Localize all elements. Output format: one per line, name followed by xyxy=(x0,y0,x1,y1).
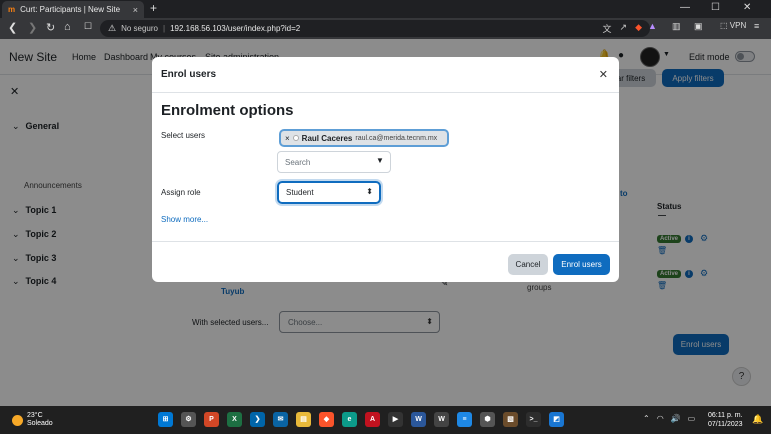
acrobat-icon[interactable]: A xyxy=(365,412,380,427)
modal-footer: Cancel Enrol users xyxy=(152,241,619,282)
rewards-icon[interactable]: ▲ xyxy=(648,21,657,31)
excel-icon[interactable]: X xyxy=(227,412,242,427)
share-icon[interactable]: ↗ xyxy=(620,22,628,35)
powerpoint-icon[interactable]: P xyxy=(204,412,219,427)
warning-icon: ⚠ xyxy=(108,23,117,33)
virtualbox-icon[interactable]: ⬢ xyxy=(480,412,495,427)
wordpad-icon[interactable]: W xyxy=(434,412,449,427)
security-label: No seguro xyxy=(121,24,158,33)
vscode-icon[interactable]: ❯ xyxy=(250,412,265,427)
bookmark-icon[interactable]: ☐ xyxy=(84,21,92,32)
enrolment-options-heading: Enrolment options xyxy=(161,102,294,119)
address-bar[interactable]: ⚠ No seguro | 192.168.56.103/user/index.… xyxy=(100,20,650,37)
weather-condition: Soleado xyxy=(27,420,53,427)
taskbar-clock[interactable]: 06:11 p. m. 07/11/2023 xyxy=(708,411,743,429)
back-icon[interactable]: ❮ xyxy=(8,21,17,34)
volume-icon[interactable]: 🔊 xyxy=(671,414,681,423)
url-text: 192.168.56.103/user/index.php?id=2 xyxy=(170,24,301,33)
remove-user-icon[interactable]: × xyxy=(285,134,290,143)
translate-icon[interactable]: 文 xyxy=(603,22,612,35)
wifi-icon[interactable]: ◠ xyxy=(657,414,664,423)
user-search-input[interactable]: Search xyxy=(277,151,391,173)
selected-user-name: Raul Caceres xyxy=(301,133,353,143)
notepad-icon[interactable]: ≡ xyxy=(457,412,472,427)
assign-role-select[interactable]: Student xyxy=(277,181,381,204)
enrol-users-modal: Enrol users ✕ Enrolment options Select u… xyxy=(152,57,619,282)
windows-taskbar: 23°C Soleado ⊞ ⚙ P X ❯ ✉ ▤ ◆ e A ▶ W W ≡… xyxy=(0,406,771,434)
mail-icon[interactable]: ✉ xyxy=(273,412,288,427)
close-icon[interactable]: ✕ xyxy=(599,68,608,81)
notifications-icon[interactable]: 🔔 xyxy=(752,414,763,425)
temperature: 23°C xyxy=(27,412,43,419)
word-icon[interactable]: W xyxy=(411,412,426,427)
reload-icon[interactable]: ↻ xyxy=(46,21,55,34)
edge-icon[interactable]: e xyxy=(342,412,357,427)
photos-icon[interactable]: ◩ xyxy=(549,412,564,427)
tab-title: Curt: Participants | New Site xyxy=(20,5,121,14)
system-tray: ⌃ ◠ 🔊 ▭ xyxy=(643,414,695,423)
app-icon[interactable]: ▧ xyxy=(503,412,518,427)
caret-down-icon[interactable]: ▼ xyxy=(376,156,384,165)
file-explorer-icon[interactable]: ▤ xyxy=(296,412,311,427)
maximize-button[interactable]: ☐ xyxy=(711,2,720,13)
weather-widget[interactable]: 23°C Soleado xyxy=(12,412,53,428)
clock-time: 06:11 p. m. xyxy=(708,412,743,419)
modal-header: Enrol users ✕ xyxy=(152,57,619,93)
show-more-link[interactable]: Show more... xyxy=(161,215,208,224)
minimize-button[interactable]: — xyxy=(680,2,690,13)
new-tab-button[interactable]: + xyxy=(150,1,157,15)
brave-icon[interactable]: ◆ xyxy=(319,412,334,427)
vpn-button[interactable]: ⬚ VPN xyxy=(720,21,746,30)
settings-icon[interactable]: ⚙ xyxy=(181,412,196,427)
modal-title: Enrol users xyxy=(161,69,217,80)
user-picture-icon xyxy=(292,135,299,141)
taskbar-apps: ⊞ ⚙ P X ❯ ✉ ▤ ◆ e A ▶ W W ≡ ⬢ ▧ >_ ◩ xyxy=(158,412,564,427)
media-player-icon[interactable]: ▶ xyxy=(388,412,403,427)
battery-icon[interactable]: ▭ xyxy=(688,414,696,423)
select-users-label: Select users xyxy=(161,131,206,140)
enrol-users-button[interactable]: Enrol users xyxy=(553,254,610,275)
selected-user-chip[interactable]: × Raul Caceres raul.ca@merida.tecnm.mx xyxy=(279,129,449,147)
windows-start-icon[interactable]: ⊞ xyxy=(158,412,173,427)
close-window-button[interactable]: ✕ xyxy=(743,2,751,13)
terminal-icon[interactable]: >_ xyxy=(526,412,541,427)
assign-role-label: Assign role xyxy=(161,188,201,197)
home-icon[interactable]: ⌂ xyxy=(64,21,71,33)
clock-date: 07/11/2023 xyxy=(708,421,743,428)
page: New Site Home Dashboard My courses Site … xyxy=(0,39,771,406)
selected-user-email: raul.ca@merida.tecnm.mx xyxy=(355,134,438,142)
moodle-favicon-icon: m xyxy=(8,5,16,14)
forward-icon[interactable]: ❯ xyxy=(28,21,37,34)
tab-close-icon[interactable]: × xyxy=(133,5,138,15)
sun-icon xyxy=(12,414,23,426)
browser-tabstrip: m Curt: Participants | New Site × + — ☐ … xyxy=(0,0,771,18)
chevron-up-icon[interactable]: ⌃ xyxy=(643,414,650,423)
menu-icon[interactable]: ≡ xyxy=(754,21,759,31)
brave-shield-icon[interactable]: ◆ xyxy=(635,22,642,35)
browser-tab[interactable]: m Curt: Participants | New Site × xyxy=(2,1,144,18)
sidebar-icon[interactable]: ▥ xyxy=(672,21,681,32)
address-separator: | xyxy=(163,24,166,33)
cancel-button[interactable]: Cancel xyxy=(508,254,548,275)
browser-toolbar: ❮ ❯ ↻ ⌂ ☐ ⚠ No seguro | 192.168.56.103/u… xyxy=(0,18,771,39)
wallet-icon[interactable]: ▣ xyxy=(694,21,703,32)
